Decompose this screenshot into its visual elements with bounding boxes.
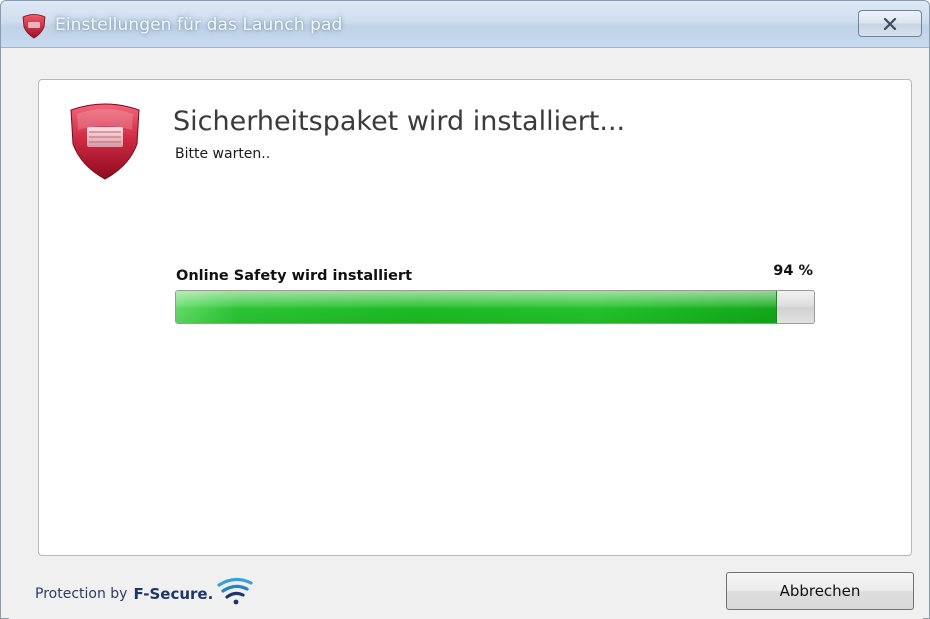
status-subtext: Bitte warten.. xyxy=(175,146,271,162)
progress-label: Online Safety wird installiert xyxy=(176,268,413,284)
cancel-button[interactable]: Abbrechen xyxy=(726,572,914,610)
brand-prefix: Protection by xyxy=(35,586,128,602)
close-button[interactable] xyxy=(858,10,922,37)
brand-footer: Protection by F-Secure. xyxy=(35,577,255,609)
progress-bar xyxy=(175,290,815,324)
wifi-waves-icon xyxy=(217,577,253,605)
title-bar[interactable]: Einstellungen für das Launch pad xyxy=(1,1,929,48)
shield-icon xyxy=(22,14,46,39)
brand-name: F-Secure. xyxy=(133,585,214,603)
content-panel: Sicherheitspaket wird installiert... Bit… xyxy=(38,79,912,556)
dialog-client-area: Sicherheitspaket wird installiert... Bit… xyxy=(9,48,923,619)
progress-bar-fill xyxy=(176,291,777,323)
window-title: Einstellungen für das Launch pad xyxy=(55,15,343,35)
page-title: Sicherheitspaket wird installiert... xyxy=(173,106,626,137)
installer-window: Einstellungen für das Launch pad Sicherh… xyxy=(0,0,930,619)
shield-icon xyxy=(70,103,140,180)
close-icon xyxy=(883,17,897,30)
progress-percent: 94 % xyxy=(773,263,813,279)
